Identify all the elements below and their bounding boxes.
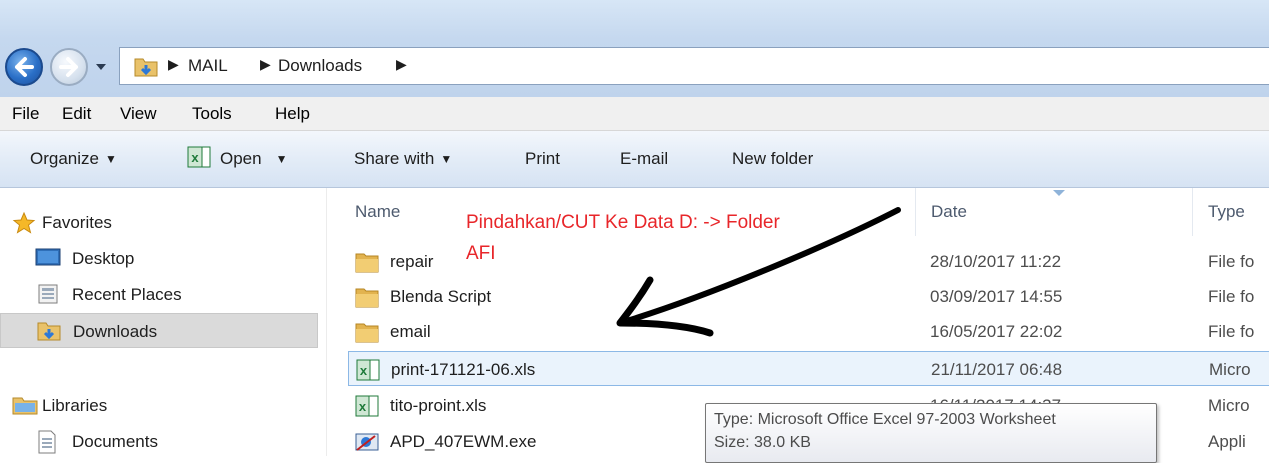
file-type: Micro: [1208, 396, 1250, 415]
file-name: APD_407EWM.exe: [390, 432, 537, 451]
nav-downloads-label: Downloads: [73, 322, 158, 341]
downloads-folder-icon: [37, 322, 61, 341]
menu-help[interactable]: Help: [275, 104, 310, 124]
forward-button[interactable]: [50, 48, 88, 86]
file-type: File fo: [1208, 252, 1255, 271]
breadcrumb-separator-icon[interactable]: ▶: [260, 56, 271, 73]
menu-edit[interactable]: Edit: [62, 104, 91, 124]
recent-places-icon: [38, 284, 58, 304]
email-button[interactable]: E-mail: [620, 149, 668, 169]
column-header-date[interactable]: Date: [931, 202, 967, 222]
file-date: 21/11/2017 06:48: [931, 360, 1063, 379]
file-type: File fo: [1208, 287, 1255, 306]
open-button[interactable]: Open ▼: [220, 149, 287, 169]
nav-recent-places-label: Recent Places: [72, 285, 182, 304]
svg-text:x: x: [191, 150, 199, 165]
file-row-selected[interactable]: x print-171121-06.xls 21/11/2017 06:48 M…: [348, 351, 1269, 386]
nav-libraries-label: Libraries: [42, 396, 108, 415]
share-with-label: Share with: [354, 149, 435, 168]
excel-icon: x: [356, 359, 380, 381]
file-name: print-171121-06.xls: [391, 360, 536, 379]
tooltip-size: Size: 38.0 KB: [714, 434, 811, 451]
svg-text:x: x: [359, 399, 367, 414]
breadcrumb-separator-icon[interactable]: ▶: [168, 56, 179, 73]
file-name: email: [390, 322, 431, 341]
address-bar[interactable]: ▶ MAIL ▶ Downloads ▶: [119, 47, 1269, 85]
command-bar: Organize ▼ x Open ▼ Share with ▼ Print E-ma…: [0, 131, 1269, 188]
navigation-pane: Favorites Desktop Recent Places Download…: [0, 188, 326, 456]
back-button[interactable]: [5, 48, 43, 86]
breadcrumb-downloads[interactable]: Downloads: [278, 56, 362, 76]
nav-favorites[interactable]: Favorites: [0, 205, 318, 240]
folder-icon: [355, 288, 379, 308]
downloads-folder-icon: [134, 58, 158, 77]
file-type: File fo: [1208, 322, 1255, 341]
documents-icon: [38, 430, 56, 454]
nav-desktop[interactable]: Desktop: [0, 241, 318, 276]
file-type: Appli: [1208, 432, 1246, 451]
file-date: 16/05/2017 22:02: [930, 322, 1063, 341]
file-name: Blenda Script: [390, 287, 492, 306]
file-name: repair: [390, 252, 434, 271]
nav-documents[interactable]: Documents: [0, 424, 318, 459]
svg-text:x: x: [360, 363, 368, 378]
star-icon: [12, 211, 36, 234]
menu-bar: File Edit View Tools Help: [0, 97, 1269, 131]
chevron-down-icon: ▼: [275, 152, 288, 166]
nav-favorites-label: Favorites: [42, 213, 112, 232]
column-divider[interactable]: [1192, 188, 1193, 236]
file-name: tito-proint.xls: [390, 396, 487, 415]
sort-descending-icon: [1053, 190, 1065, 196]
libraries-icon: [12, 397, 38, 415]
folder-icon: [355, 253, 379, 273]
nav-downloads[interactable]: Downloads: [0, 313, 318, 348]
file-type: Micro: [1209, 360, 1251, 379]
nav-recent-places[interactable]: Recent Places: [0, 277, 318, 312]
breadcrumb-separator-icon[interactable]: ▶: [396, 56, 407, 73]
file-tooltip: Type: Microsoft Office Excel 97-2003 Wor…: [705, 403, 1157, 463]
breadcrumb-mail[interactable]: MAIL: [188, 56, 228, 76]
file-date: 03/09/2017 14:55: [930, 287, 1063, 306]
nav-desktop-label: Desktop: [72, 249, 135, 268]
history-dropdown-icon[interactable]: [94, 62, 108, 72]
address-bar-area: ▶ MAIL ▶ Downloads ▶: [0, 0, 1269, 97]
exe-icon: [355, 433, 379, 451]
excel-icon: x: [355, 395, 379, 417]
column-header-type[interactable]: Type: [1208, 202, 1245, 222]
nav-documents-label: Documents: [72, 432, 158, 451]
file-date: 28/10/2017 11:22: [930, 252, 1062, 271]
chevron-down-icon: ▼: [440, 152, 453, 166]
menu-view[interactable]: View: [120, 104, 157, 124]
menu-tools[interactable]: Tools: [192, 104, 232, 124]
new-folder-button[interactable]: New folder: [732, 149, 813, 169]
nav-libraries[interactable]: Libraries: [0, 388, 318, 423]
excel-icon: x: [187, 146, 211, 168]
column-header-name[interactable]: Name: [355, 202, 400, 222]
tooltip-type: Type: Microsoft Office Excel 97-2003 Wor…: [714, 411, 1056, 428]
organize-label: Organize: [30, 149, 99, 168]
print-button[interactable]: Print: [525, 149, 560, 169]
forward-arrow-icon: [59, 57, 78, 77]
menu-file[interactable]: File: [12, 104, 39, 124]
share-with-button[interactable]: Share with ▼: [354, 149, 452, 169]
back-arrow-icon: [15, 57, 34, 77]
pane-divider[interactable]: [326, 188, 327, 456]
annotation-arrow-icon: [616, 207, 901, 337]
organize-button[interactable]: Organize ▼: [30, 149, 117, 169]
folder-icon: [355, 323, 379, 343]
open-label: Open: [220, 149, 262, 168]
chevron-down-icon: ▼: [104, 152, 117, 166]
desktop-icon: [35, 248, 61, 266]
column-divider[interactable]: [915, 188, 916, 236]
